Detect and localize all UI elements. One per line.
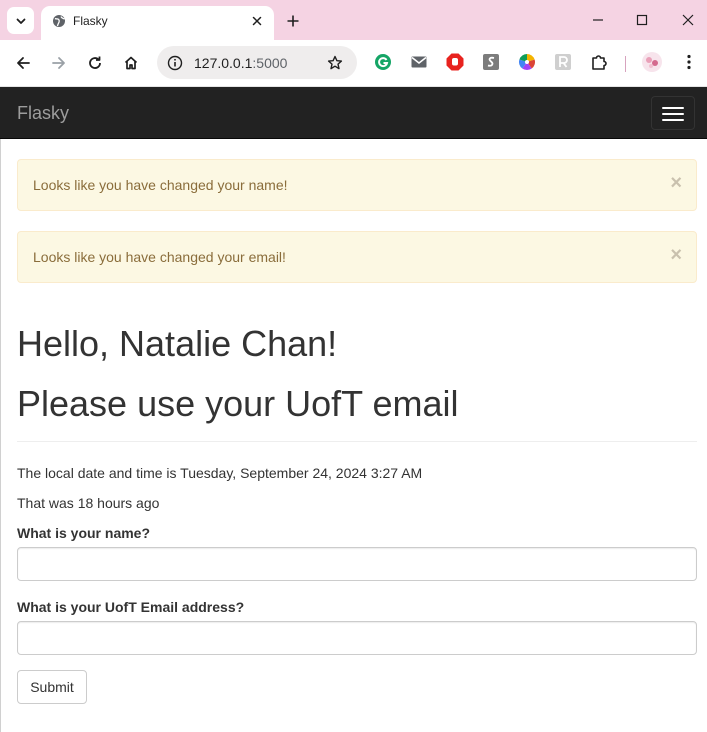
site-info-button[interactable]: [165, 53, 184, 72]
chevron-down-icon: [16, 18, 25, 24]
mail-extension[interactable]: [409, 52, 429, 72]
globe-icon: [53, 15, 65, 27]
local-datetime-text: The local date and time is Tuesday, Sept…: [17, 465, 423, 481]
mail-icon: [411, 56, 427, 68]
star-icon: [327, 55, 343, 70]
color-picker-extension[interactable]: [517, 52, 537, 72]
forward-button[interactable]: [46, 50, 72, 76]
stylus-icon: [483, 54, 499, 70]
browser-toolbar: 127.0.0.1:5000: [0, 40, 707, 87]
url-host: 127.0.0.1: [194, 55, 253, 71]
stop-hand-icon: [446, 53, 464, 71]
submit-button[interactable]: Submit: [17, 670, 87, 704]
url-port: :5000: [252, 55, 288, 71]
r-letter-icon: [555, 54, 571, 70]
plus-icon: [287, 15, 299, 27]
more-vertical-icon: [687, 54, 691, 70]
tab-search-button[interactable]: [7, 7, 34, 34]
flash-alert: Looks like you have changed your email! …: [17, 231, 697, 283]
maximize-button[interactable]: [630, 8, 654, 32]
alert-message: Looks like you have changed your email!: [33, 249, 286, 265]
adblock-extension[interactable]: [445, 52, 465, 72]
name-input[interactable]: [17, 547, 697, 581]
grammarly-icon: [375, 54, 391, 70]
color-wheel-icon: [518, 54, 536, 71]
grammarly-extension[interactable]: [373, 52, 393, 72]
arrow-right-icon: [52, 57, 65, 69]
browser-tab[interactable]: Flasky: [41, 6, 274, 40]
url-text: 127.0.0.1:5000: [194, 55, 287, 71]
email-input[interactable]: [17, 621, 697, 655]
relative-time-text: That was 18 hours ago: [17, 495, 160, 511]
reload-button[interactable]: [82, 50, 108, 76]
minimize-button[interactable]: [586, 8, 610, 32]
home-icon: [124, 56, 138, 70]
email-notice-heading: Please use your UofT email: [17, 383, 459, 424]
info-icon: [167, 55, 182, 70]
alert-close-button[interactable]: ×: [670, 245, 682, 265]
close-icon: [682, 14, 694, 26]
divider: [17, 441, 697, 442]
close-icon: [252, 16, 262, 26]
tab-close-button[interactable]: [248, 12, 266, 30]
bookmark-button[interactable]: [325, 53, 345, 73]
greeting-heading: Hello, Natalie Chan!: [17, 323, 338, 364]
toolbar-separator: [625, 56, 626, 72]
hamburger-icon-bar: [662, 119, 684, 121]
navbar: Flasky: [0, 87, 707, 139]
window-close-button[interactable]: [676, 8, 700, 32]
back-button[interactable]: [10, 50, 36, 76]
alert-close-button[interactable]: ×: [670, 173, 682, 193]
name-label: What is your name?: [17, 525, 151, 541]
arrow-left-icon: [17, 57, 30, 69]
new-tab-button[interactable]: [282, 10, 304, 32]
avatar: [642, 52, 662, 72]
extensions-button[interactable]: [589, 52, 609, 72]
profile-button[interactable]: [641, 51, 663, 73]
navbar-toggle-button[interactable]: [651, 96, 695, 130]
navbar-brand[interactable]: Flasky: [17, 103, 69, 124]
stylus-extension[interactable]: [481, 52, 501, 72]
reload-icon: [89, 56, 101, 69]
flash-alert: Looks like you have changed your name! ×: [17, 159, 697, 211]
tab-title: Flasky: [73, 14, 108, 28]
home-button[interactable]: [118, 50, 144, 76]
r-extension[interactable]: [553, 52, 573, 72]
browser-menu-button[interactable]: [679, 52, 699, 72]
hamburger-icon-bar: [662, 107, 684, 109]
page-content: Looks like you have changed your name! ×…: [0, 139, 707, 732]
address-bar[interactable]: 127.0.0.1:5000: [157, 46, 357, 79]
minimize-icon: [593, 19, 603, 21]
puzzle-icon: [592, 55, 607, 70]
email-label: What is your UofT Email address?: [17, 599, 245, 615]
maximize-icon: [636, 14, 648, 26]
alert-message: Looks like you have changed your name!: [33, 177, 288, 193]
browser-tab-strip: Flasky: [0, 0, 707, 40]
hamburger-icon-bar: [662, 113, 684, 115]
